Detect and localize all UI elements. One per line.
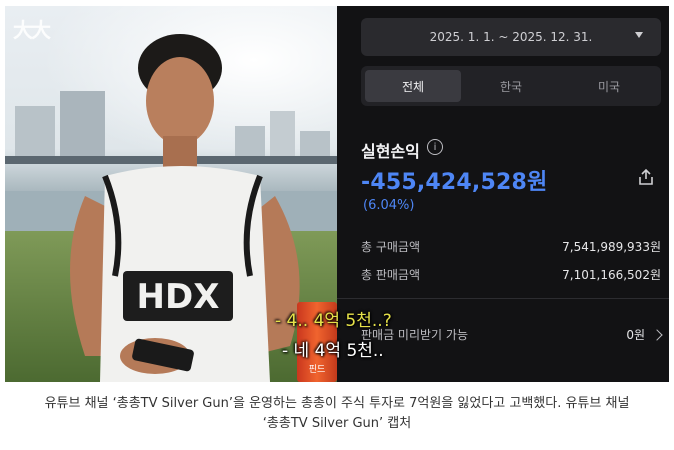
early-receive-row[interactable]: 판매금 미리받기 가능 0원 — [361, 326, 663, 343]
tab-usa[interactable]: 미국 — [561, 70, 657, 102]
subtitle-line-1: - 4.. 4억 5천..? — [275, 311, 392, 331]
tab-korea[interactable]: 한국 — [463, 70, 559, 102]
early-receive-value-wrap: 0원 — [626, 326, 663, 343]
total-sale-value: 7,101,166,502원 — [562, 268, 661, 282]
chevron-right-icon — [651, 328, 663, 341]
caption-line-1: 유튜브 채널 ‘총총TV Silver Gun’을 운영하는 총총이 주식 투자… — [44, 396, 630, 411]
caret-down-icon — [635, 32, 643, 38]
realized-pnl-percent: (6.04%) — [363, 198, 415, 213]
date-range-selector[interactable]: 2025. 1. 1. ~ 2025. 12. 31. — [361, 18, 661, 56]
share-icon[interactable] — [637, 168, 655, 186]
total-sale-label: 총 판매금액 — [361, 268, 421, 282]
market-tabs: 전체 한국 미국 — [361, 66, 661, 106]
divider — [337, 298, 669, 299]
tab-all[interactable]: 전체 — [365, 70, 461, 102]
screenshot-frame: HDX 大大 핀드 2025. 1. 1. ~ 2025. 12. 31. 전체… — [5, 6, 669, 382]
channel-logo: 大大 — [13, 18, 51, 42]
caption-line-2: ‘총총TV Silver Gun’ 캡처 — [262, 416, 412, 431]
realized-pnl-title: 실현손익 — [361, 142, 420, 161]
shirt-logo-text: HDX — [137, 277, 220, 317]
date-range-text: 2025. 1. 1. ~ 2025. 12. 31. — [429, 30, 593, 44]
total-purchase-label: 총 구매금액 — [361, 240, 421, 254]
info-icon[interactable]: i — [427, 139, 443, 155]
realized-pnl-amount: -455,424,528원 — [361, 170, 548, 195]
total-purchase-value: 7,541,989,933원 — [562, 240, 661, 254]
total-sale-row: 총 판매금액 7,101,166,502원 — [361, 266, 661, 283]
early-receive-value: 0원 — [626, 328, 645, 342]
subtitle-line-2: - 네 4억 5천.. — [282, 341, 384, 361]
total-purchase-row: 총 구매금액 7,541,989,933원 — [361, 238, 661, 255]
photo-caption: 유튜브 채널 ‘총총TV Silver Gun’을 운영하는 총총이 주식 투자… — [0, 394, 674, 434]
can-label: 핀드 — [308, 365, 326, 375]
